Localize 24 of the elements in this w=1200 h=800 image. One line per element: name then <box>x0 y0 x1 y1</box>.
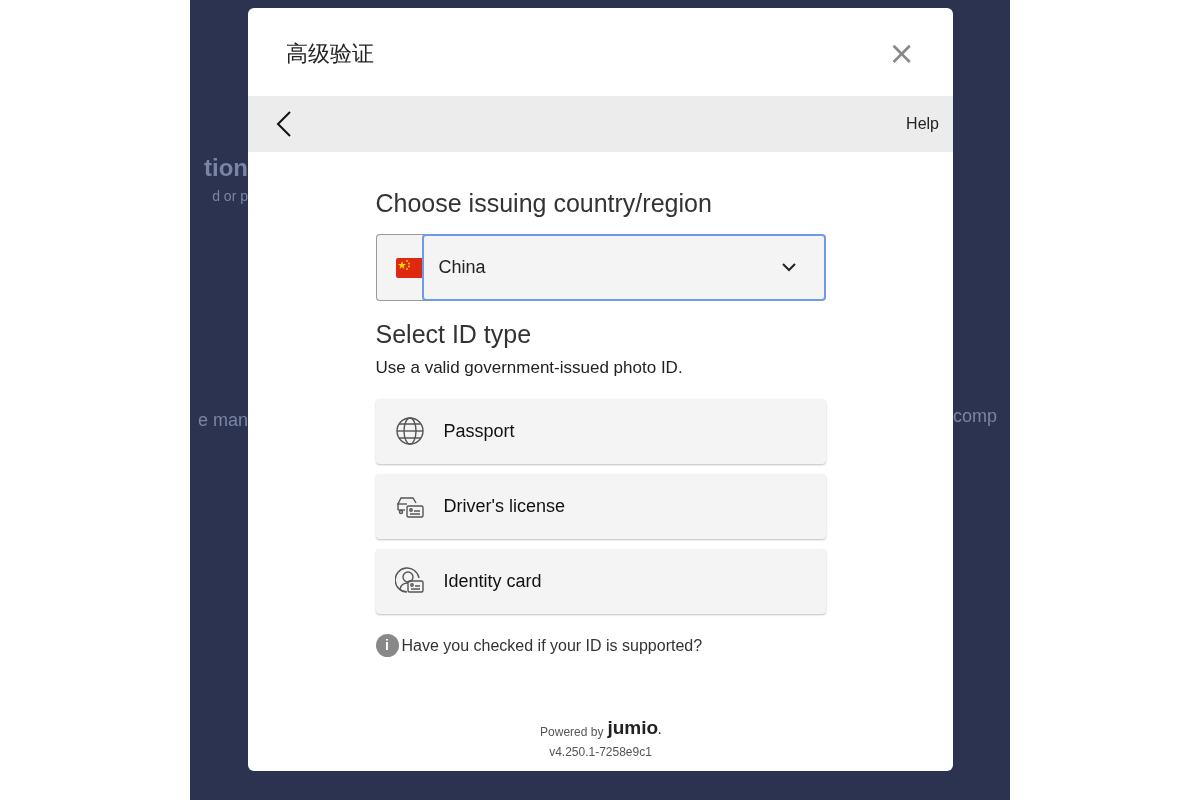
id-type-option[interactable]: Passport <box>375 398 826 464</box>
backdrop-text: e man <box>197 409 248 432</box>
info-icon: i <box>375 634 399 657</box>
id-type-option[interactable]: Driver's license <box>375 473 826 539</box>
section-heading: Choose issuing country/region <box>375 188 713 219</box>
backdrop-text: comp <box>953 405 997 428</box>
globe-icon <box>394 416 425 446</box>
info-text: Have you checked if your ID is supported? <box>401 635 703 656</box>
dialog-title: 高级验证 <box>286 39 374 68</box>
brand-logo: jumio. <box>607 718 661 740</box>
flag-icon <box>395 257 424 278</box>
powered-by-text: Powered by <box>540 724 604 741</box>
backdrop-text: tion <box>204 153 248 183</box>
version-text: v4.250.1-7258e9c1 <box>549 744 652 761</box>
id-type-option[interactable]: Identity card <box>375 548 826 614</box>
country-select[interactable]: China <box>421 234 826 301</box>
subtitle: Use a valid government-issued photo ID. <box>375 357 684 379</box>
close-button[interactable]: × <box>888 37 915 69</box>
backdrop-text: d or p <box>212 187 248 206</box>
help-link[interactable]: Help <box>906 112 939 136</box>
chevron-down-icon <box>781 263 796 272</box>
back-icon <box>276 111 292 137</box>
section-heading: Select ID type <box>375 319 533 350</box>
person-card-icon <box>394 566 425 596</box>
